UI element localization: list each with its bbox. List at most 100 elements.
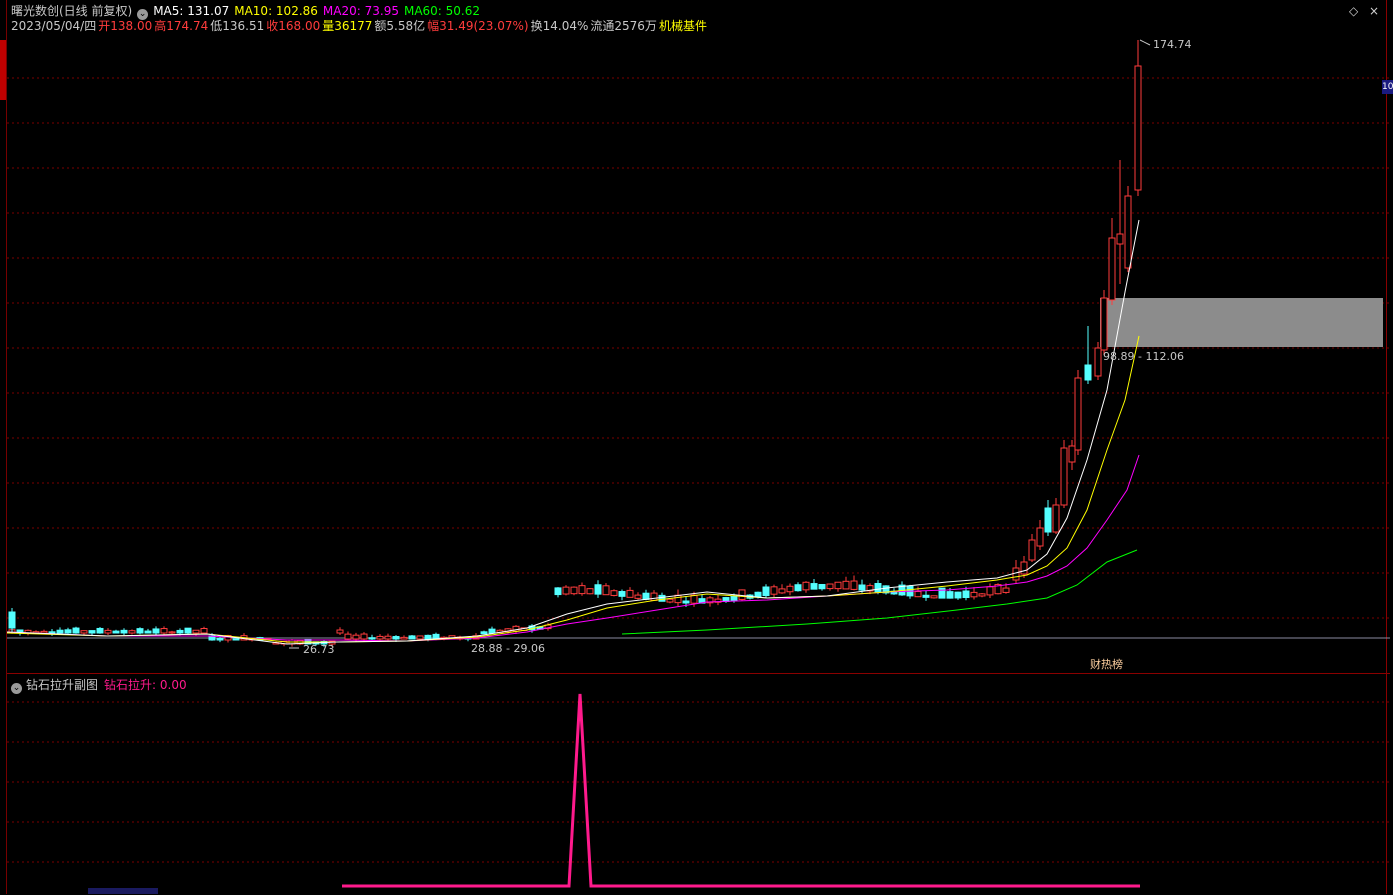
candle[interactable] — [1068, 445, 1076, 463]
candle[interactable] — [48, 631, 56, 634]
candle[interactable] — [192, 629, 200, 634]
candle[interactable] — [80, 630, 88, 634]
candle[interactable] — [834, 581, 842, 590]
finance-tag[interactable]: 财热榜 — [1090, 657, 1123, 670]
candle[interactable] — [232, 638, 240, 641]
candle[interactable] — [176, 629, 184, 634]
price-chart[interactable]: 174.74 98.89 - 112.06 26.73 28.88 - 29.0… — [7, 0, 1390, 670]
candle[interactable] — [56, 629, 64, 634]
candle[interactable] — [794, 584, 802, 592]
candle[interactable] — [216, 637, 224, 641]
candle[interactable] — [754, 591, 762, 598]
candle[interactable] — [602, 585, 610, 596]
candle[interactable] — [488, 628, 496, 634]
candle[interactable] — [594, 584, 602, 595]
candle[interactable] — [842, 580, 850, 590]
candle[interactable] — [200, 628, 208, 634]
candle[interactable] — [344, 633, 352, 640]
diamond-icon[interactable]: ◇ — [1349, 4, 1358, 18]
candle[interactable] — [120, 629, 128, 634]
candle[interactable] — [424, 634, 432, 640]
candle[interactable] — [738, 589, 746, 600]
candle[interactable] — [1074, 377, 1082, 451]
candle[interactable] — [1044, 507, 1052, 533]
candle[interactable] — [874, 583, 882, 593]
candle[interactable] — [578, 585, 586, 595]
candle[interactable] — [666, 598, 674, 603]
candle[interactable] — [562, 586, 570, 595]
candle[interactable] — [650, 592, 658, 601]
candle[interactable] — [352, 634, 360, 640]
candle[interactable] — [1116, 233, 1124, 245]
candle[interactable] — [112, 630, 120, 634]
candle[interactable] — [634, 594, 642, 599]
candle[interactable] — [826, 583, 834, 590]
candle[interactable] — [970, 591, 978, 598]
candle[interactable] — [586, 588, 594, 595]
indicator-name[interactable]: 钻石拉升副图 — [26, 678, 98, 692]
candle[interactable] — [368, 637, 376, 640]
candle[interactable] — [128, 630, 136, 634]
candle[interactable] — [1084, 364, 1092, 381]
candle[interactable] — [930, 595, 938, 599]
candle[interactable] — [922, 594, 930, 598]
candle[interactable] — [674, 594, 682, 604]
candle[interactable] — [1100, 297, 1108, 351]
close-icon[interactable]: × — [1369, 4, 1379, 18]
candle[interactable] — [64, 629, 72, 634]
candle[interactable] — [1134, 65, 1142, 191]
candle[interactable] — [160, 628, 168, 634]
candle[interactable] — [762, 586, 770, 597]
candle[interactable] — [962, 590, 970, 599]
left-red-tab[interactable] — [0, 40, 6, 100]
candle[interactable] — [914, 591, 922, 598]
candle[interactable] — [1060, 447, 1068, 506]
candle[interactable] — [1108, 237, 1116, 301]
candle[interactable] — [40, 630, 48, 634]
candle[interactable] — [8, 611, 16, 629]
candle[interactable] — [96, 627, 104, 634]
candle[interactable] — [570, 586, 578, 595]
candle[interactable] — [818, 583, 826, 590]
candle[interactable] — [626, 589, 634, 598]
candle[interactable] — [850, 580, 858, 590]
candle[interactable] — [1028, 539, 1036, 561]
candle[interactable] — [802, 581, 810, 591]
candle[interactable] — [778, 588, 786, 594]
candle[interactable] — [184, 627, 192, 634]
candle[interactable] — [72, 627, 80, 634]
candle[interactable] — [946, 591, 954, 599]
candle[interactable] — [400, 636, 408, 640]
candle[interactable] — [416, 635, 424, 640]
candle[interactable] — [1124, 195, 1132, 269]
candle[interactable] — [730, 596, 738, 602]
candle[interactable] — [1036, 527, 1044, 547]
candle[interactable] — [392, 636, 400, 640]
candle[interactable] — [954, 591, 962, 599]
candle[interactable] — [986, 586, 994, 596]
candle[interactable] — [618, 591, 626, 597]
candle[interactable] — [376, 635, 384, 640]
candle[interactable] — [408, 635, 416, 640]
candle[interactable] — [104, 629, 112, 634]
candle[interactable] — [136, 628, 144, 634]
candle[interactable] — [690, 594, 698, 604]
candle[interactable] — [1094, 347, 1102, 377]
candle[interactable] — [786, 585, 794, 593]
candle[interactable] — [88, 630, 96, 634]
candle[interactable] — [642, 592, 650, 600]
candle[interactable] — [682, 600, 690, 604]
indicator-chart[interactable] — [7, 674, 1390, 895]
candle[interactable] — [360, 633, 368, 640]
candle[interactable] — [336, 629, 344, 634]
candle[interactable] — [658, 594, 666, 602]
candle[interactable] — [168, 631, 176, 634]
candle[interactable] — [152, 628, 160, 634]
candle[interactable] — [554, 587, 562, 596]
candle[interactable] — [480, 631, 488, 635]
sector-value[interactable]: 机械基件 — [659, 19, 707, 33]
candle[interactable] — [610, 590, 618, 596]
candle[interactable] — [1020, 561, 1028, 575]
candle[interactable] — [144, 630, 152, 634]
indicator-dropdown-icon[interactable]: ⌄ — [11, 683, 22, 694]
